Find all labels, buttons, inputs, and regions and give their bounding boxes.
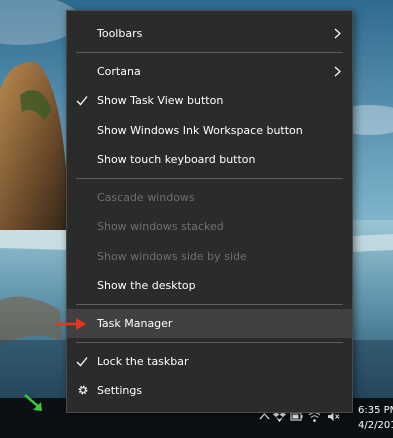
gear-icon xyxy=(78,385,88,395)
chevron-right-icon xyxy=(334,28,341,39)
menu-item-label: Lock the taskbar xyxy=(97,355,189,368)
menu-item-toolbars[interactable]: Toolbars xyxy=(67,19,352,48)
menu-item-label: Cascade windows xyxy=(97,191,195,204)
menu-separator xyxy=(76,342,343,343)
clock-time[interactable]: 6:35 PM xyxy=(358,405,393,416)
clock-date[interactable]: 4/2/201 xyxy=(358,420,393,431)
menu-item-show-windows-side-by-side: Show windows side by side xyxy=(67,242,352,271)
menu-item-show-the-desktop[interactable]: Show the desktop xyxy=(67,271,352,300)
taskbar-context-menu: Toolbars Cortana Show Task View button S… xyxy=(66,10,353,413)
menu-item-task-manager[interactable]: Task Manager xyxy=(67,309,352,338)
green-arrow-annotation xyxy=(24,394,42,411)
menu-item-label: Settings xyxy=(97,384,143,397)
menu-item-label: Show Task View button xyxy=(97,94,224,107)
menu-item-show-task-view-button[interactable]: Show Task View button xyxy=(67,86,352,115)
menu-item-settings[interactable]: Settings xyxy=(67,376,352,405)
menu-item-lock-the-taskbar[interactable]: Lock the taskbar xyxy=(67,347,352,376)
menu-item-label: Show windows stacked xyxy=(97,220,224,233)
menu-separator xyxy=(76,52,343,53)
checkmark-icon xyxy=(76,357,88,367)
menu-item-cortana[interactable]: Cortana xyxy=(67,57,352,86)
menu-item-label: Show windows side by side xyxy=(97,250,247,263)
menu-item-label: Task Manager xyxy=(97,317,173,330)
red-arrow-annotation xyxy=(56,318,86,330)
menu-item-label: Toolbars xyxy=(97,27,143,40)
menu-item-cascade-windows: Cascade windows xyxy=(67,183,352,212)
menu-separator xyxy=(76,178,343,179)
menu-separator xyxy=(76,304,343,305)
chevron-right-icon xyxy=(334,66,341,77)
menu-item-label: Show touch keyboard button xyxy=(97,153,256,166)
menu-item-label: Show the desktop xyxy=(97,279,196,292)
menu-item-show-windows-stacked: Show windows stacked xyxy=(67,212,352,241)
menu-item-show-touch-keyboard-button[interactable]: Show touch keyboard button xyxy=(67,145,352,174)
menu-item-show-windows-ink-workspace-button[interactable]: Show Windows Ink Workspace button xyxy=(67,116,352,145)
menu-item-label: Show Windows Ink Workspace button xyxy=(97,124,303,137)
menu-item-label: Cortana xyxy=(97,65,141,78)
checkmark-icon xyxy=(76,96,88,106)
